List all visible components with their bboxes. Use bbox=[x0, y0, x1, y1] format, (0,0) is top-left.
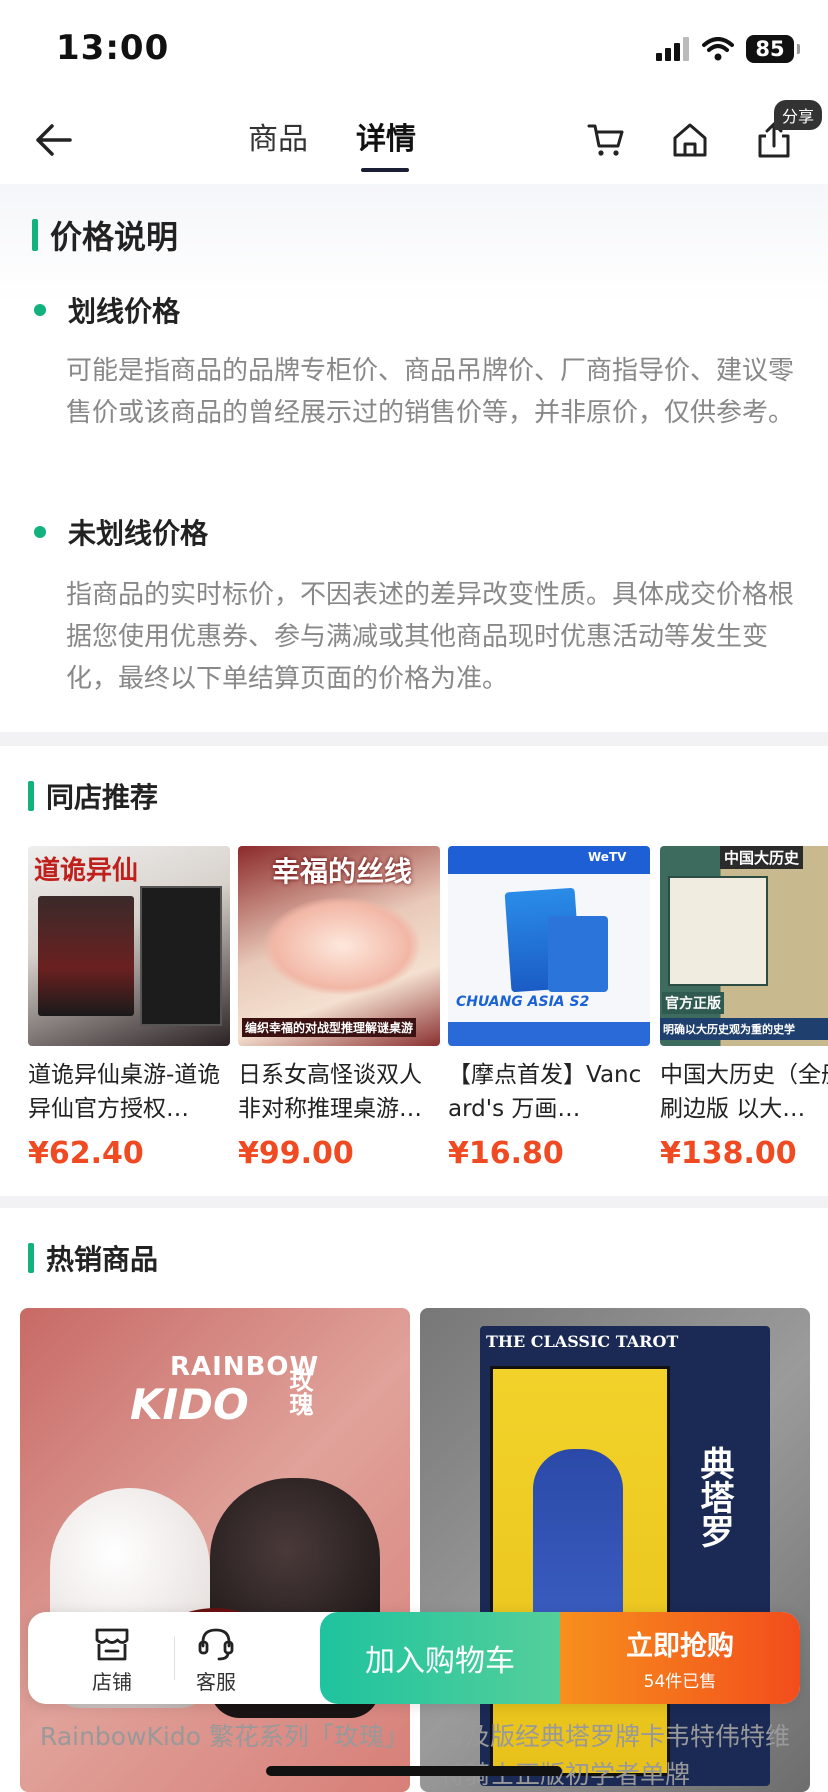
price-section-title-text: 价格说明 bbox=[50, 218, 179, 256]
recommend-item-image: 幸福的丝线 编织幸福的对战型推理解谜桌游 bbox=[238, 846, 440, 1046]
customer-service-button[interactable]: 客服 bbox=[156, 1620, 276, 1700]
tarot-card-art bbox=[490, 1366, 670, 1776]
illustration-faces bbox=[262, 896, 422, 996]
tarot-box-title: THE CLASSIC TAROT bbox=[486, 1332, 679, 1351]
image-subtitle-text: 编织幸福的对战型推理解谜桌游 bbox=[242, 1018, 417, 1037]
recommend-item-name: 道诡异仙桌游-道诡异仙官方授权… bbox=[28, 1062, 221, 1122]
regular-price-heading-text: 未划线价格 bbox=[68, 517, 209, 550]
price-section-title: 价格说明 bbox=[32, 212, 178, 258]
recommend-item-image: WeTV CHUANG ASIA S2 bbox=[448, 846, 650, 1046]
signal-icon bbox=[656, 37, 689, 61]
shop-button[interactable]: 店铺 bbox=[52, 1620, 172, 1700]
tab-product[interactable]: 商品 bbox=[248, 114, 308, 158]
home-button[interactable] bbox=[666, 116, 714, 164]
card-box-art bbox=[548, 916, 608, 992]
recommend-section-title: 同店推荐 bbox=[28, 776, 158, 816]
strikethrough-price-heading: 划线价格 bbox=[34, 290, 180, 330]
price-explanation-section: 价格说明 划线价格 可能是指商品的品牌专柜价、商品吊牌价、厂商指导价、建议零售价… bbox=[0, 184, 828, 732]
recommend-item[interactable]: 道诡异仙 道诡异仙桌游-道诡异仙官方授权… ¥62.40 bbox=[28, 846, 230, 1171]
bullet-dot bbox=[34, 304, 46, 316]
image-title-text: 中国大历史 bbox=[720, 846, 804, 869]
recommend-item-name: 中国大历史（全册）刷边版 以大… bbox=[660, 1062, 828, 1122]
recommend-section-title-text: 同店推荐 bbox=[46, 781, 159, 814]
regular-price-heading: 未划线价格 bbox=[34, 512, 208, 552]
shop-button-label: 店铺 bbox=[92, 1669, 132, 1694]
status-bar: 13:00 85 bbox=[0, 0, 828, 96]
home-indicator bbox=[266, 1766, 562, 1776]
recommend-item-price: ¥62.40 bbox=[28, 1136, 144, 1171]
recommend-item[interactable]: 幸福的丝线 编织幸福的对战型推理解谜桌游 日系女高怪谈双人非对称推理桌游… ¥9… bbox=[238, 846, 440, 1171]
image-caption-text: 明确以大历史观为重的史学 bbox=[660, 1018, 828, 1040]
recommend-item[interactable]: 中国大历史 官方正版 明确以大历史观为重的史学 中国大历史（全册）刷边版 以大…… bbox=[660, 846, 828, 1171]
image-subtitle-text: WeTV bbox=[588, 850, 627, 864]
sold-count: 54件已售 bbox=[643, 1672, 717, 1692]
battery-indicator: 85 bbox=[746, 35, 800, 63]
title-accent-bar bbox=[28, 1243, 34, 1273]
title-accent-bar bbox=[32, 219, 38, 251]
share-badge: 分享 bbox=[774, 100, 823, 130]
recommend-item-name: 日系女高怪谈双人非对称推理桌游… bbox=[238, 1062, 422, 1122]
bottom-action-bar: 店铺 客服 加入购物车 立即抢购 54件已售 bbox=[28, 1612, 800, 1704]
brand-logo-text: 玫瑰 bbox=[285, 1368, 313, 1416]
cart-icon bbox=[587, 124, 624, 156]
recommend-item-image: 道诡异仙 bbox=[28, 846, 230, 1046]
recommend-item-name: 【摩点首发】Vancard's 万画… bbox=[448, 1062, 642, 1122]
tarot-box-art: THE CLASSIC TAROT 典塔罗 bbox=[480, 1326, 770, 1786]
title-accent-bar bbox=[28, 781, 34, 811]
image-badge-text: 官方正版 bbox=[662, 992, 724, 1014]
home-icon bbox=[673, 123, 707, 157]
strikethrough-price-text: 可能是指商品的品牌专柜价、商品吊牌价、厂商指导价、建议零售价或该商品的曾经展示过… bbox=[66, 356, 795, 428]
shop-icon bbox=[95, 1628, 129, 1660]
recommend-item-price: ¥138.00 bbox=[660, 1136, 797, 1171]
store-recommendations-section: 同店推荐 道诡异仙 道诡异仙桌游-道诡异仙官方授权… ¥62.40 幸福的丝线 … bbox=[0, 746, 828, 1196]
cart-button[interactable] bbox=[582, 116, 630, 164]
status-icons: 85 bbox=[656, 34, 800, 64]
book-cover-art bbox=[668, 876, 768, 986]
hot-section-title-text: 热销商品 bbox=[46, 1243, 159, 1276]
back-icon bbox=[36, 124, 72, 156]
image-title-text: 道诡异仙 bbox=[34, 856, 139, 886]
image-title-text: CHUANG ASIA S2 bbox=[456, 994, 590, 1010]
customer-service-label: 客服 bbox=[196, 1669, 236, 1694]
hot-product-name: RainbowKido 繁花系列「玫瑰」 bbox=[40, 1722, 409, 1751]
status-time: 13:00 bbox=[56, 28, 170, 68]
headset-icon bbox=[198, 1628, 234, 1660]
hot-section-title: 热销商品 bbox=[28, 1238, 158, 1278]
tarot-box-side-text: 典塔罗 bbox=[694, 1446, 734, 1548]
image-title-text: 幸福的丝线 bbox=[272, 855, 413, 888]
hot-products-section: 热销商品 RAINBOW KIDO 玫瑰 THE CLASSIC TAROT 典… bbox=[0, 1208, 828, 1792]
recommend-item-price: ¥99.00 bbox=[238, 1136, 354, 1171]
add-to-cart-button[interactable]: 加入购物车 bbox=[320, 1612, 560, 1704]
back-button[interactable] bbox=[28, 114, 80, 166]
hot-product-name: 普及版经典塔罗牌卡韦特伟特维特骑士正版初学者单牌 bbox=[440, 1722, 791, 1789]
recommend-item-image: 中国大历史 官方正版 明确以大历史观为重的史学 bbox=[660, 846, 828, 1046]
active-tab-indicator bbox=[361, 168, 409, 172]
recommend-item[interactable]: WeTV CHUANG ASIA S2 【摩点首发】Vancard's 万画… … bbox=[448, 846, 650, 1171]
recommend-item-price: ¥16.80 bbox=[448, 1136, 564, 1171]
game-cards-art bbox=[140, 886, 222, 1026]
regular-price-text: 指商品的实时标价，不因表述的差异改变性质。具体成交价格根据您使用优惠券、参与满减… bbox=[66, 580, 795, 694]
wifi-icon bbox=[702, 37, 734, 61]
buy-now-label: 立即抢购 bbox=[626, 1631, 734, 1662]
nav-bar: 商品 详情 bbox=[0, 96, 828, 184]
strikethrough-price-heading-text: 划线价格 bbox=[68, 295, 181, 328]
brand-logo-text: KIDO bbox=[130, 1380, 249, 1429]
game-box-art bbox=[38, 896, 134, 1016]
tab-detail[interactable]: 详情 bbox=[356, 114, 416, 158]
bullet-dot bbox=[34, 526, 46, 538]
buy-now-button[interactable]: 立即抢购 54件已售 bbox=[560, 1612, 800, 1704]
